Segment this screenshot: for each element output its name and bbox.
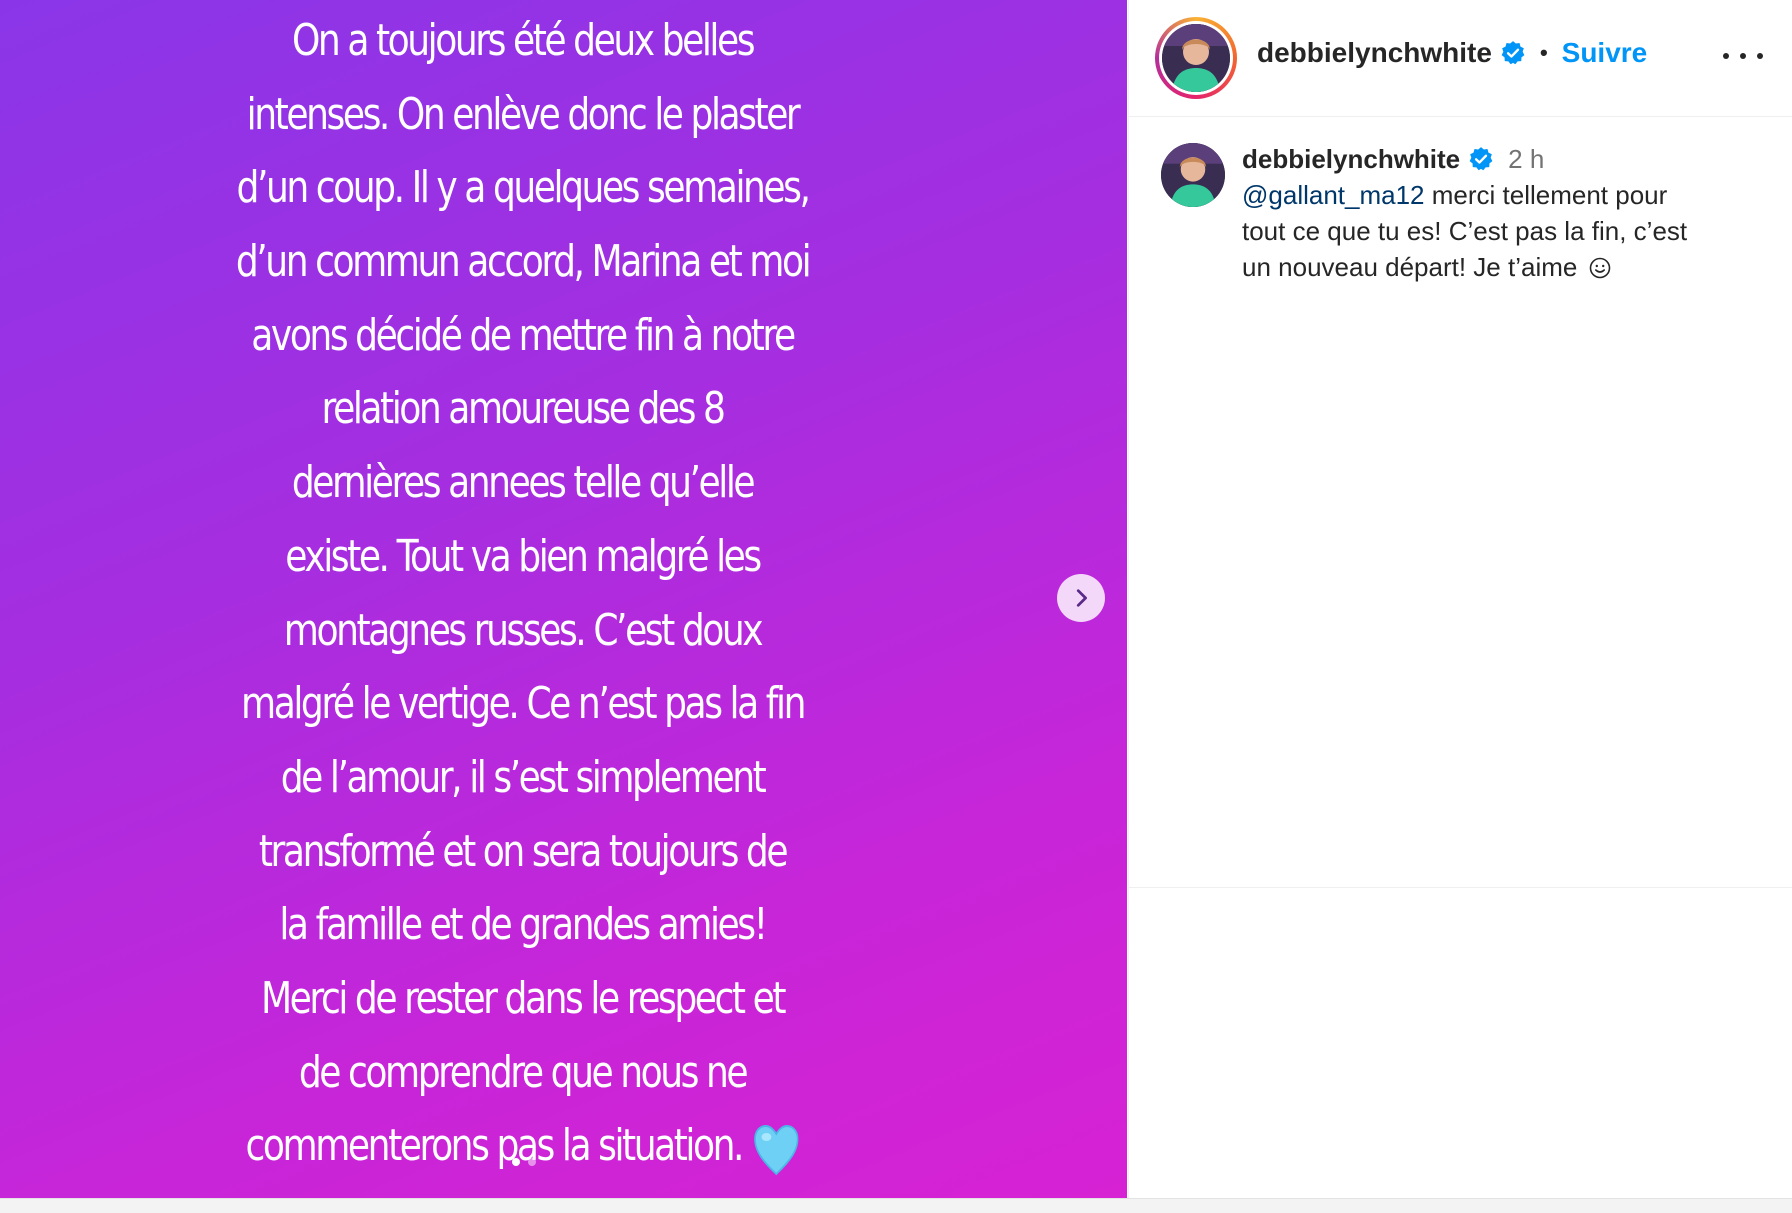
story-line: intenses. On enlève donc le plaster [246,88,801,140]
caption-line: merci tellement pour [1424,180,1668,210]
next-slide-button[interactable] [1057,574,1105,622]
username-link[interactable]: debbielynchwhite [1257,37,1492,69]
verified-badge-icon [1468,146,1494,172]
post-header: debbielynchwhite • Suivre [1129,0,1792,117]
mention-link[interactable]: @gallant_ma12 [1242,180,1425,210]
caption-avatar[interactable] [1161,143,1225,207]
story-line: malgré le vertige. Ce n’est pas la fin [241,678,806,730]
caption-username[interactable]: debbielynchwhite [1242,141,1460,177]
follow-button[interactable]: Suivre [1562,37,1648,69]
story-text: On a toujours été deux belles intenses. … [0,4,1045,1183]
story-line: d’un commun accord, Marina et moi [235,236,812,288]
light-blue-heart-icon [754,1111,800,1185]
chevron-right-icon [1076,589,1087,607]
smiling-face-icon [1589,252,1611,279]
story-line: transformé et on sera toujours de [258,825,789,877]
post-caption: debbielynchwhite 2 h @gallant_ma12 merci… [1129,117,1792,888]
caption-body: debbielynchwhite 2 h @gallant_ma12 merci… [1242,141,1762,285]
story-line: avons décidé de mettre fin à notre [251,309,796,361]
story-line: montagnes russes. C’est doux [283,604,764,656]
header-user: debbielynchwhite • Suivre [1257,37,1647,69]
story-line: existe. Tout va bien malgré les [285,530,762,582]
separator-dot: • [1539,40,1548,65]
carousel-dot [528,1158,536,1166]
post-media: On a toujours été deux belles intenses. … [0,0,1127,1198]
story-ring-avatar[interactable] [1155,17,1237,99]
story-line: relation amoureuse des 8 [321,383,725,435]
story-line: de l’amour, il s’est simplement [280,751,767,803]
window-bottom-edge [0,1198,1792,1213]
story-line: la famille et de grandes amies! [279,899,768,951]
story-line: commenterons pas la situation. [94,1109,951,1183]
verified-badge-icon [1500,40,1526,66]
post-sidebar: debbielynchwhite • Suivre debbielynchwhi… [1128,0,1792,1198]
post-timestamp[interactable]: 2 h [1508,141,1544,177]
story-line: de comprendre que nous ne [298,1046,749,1098]
carousel-dot-active [512,1158,520,1166]
story-line: On a toujours été deux belles [291,15,756,66]
story-line: d’un coup. Il y a quelques semaines, [236,162,810,214]
avatar [1162,24,1230,92]
more-options-icon[interactable] [1723,40,1763,72]
story-line: dernières annees telle qu’elle [291,457,756,509]
carousel-indicator [512,1158,536,1166]
story-line: Merci de rester dans le respect et [260,972,787,1024]
caption-line: un nouveau départ! Je t’aime [1242,252,1578,282]
caption-line: tout ce que tu es! C’est pas la fin, c’e… [1242,216,1688,246]
caption-text: @gallant_ma12 merci tellement pour tout … [1242,177,1762,285]
